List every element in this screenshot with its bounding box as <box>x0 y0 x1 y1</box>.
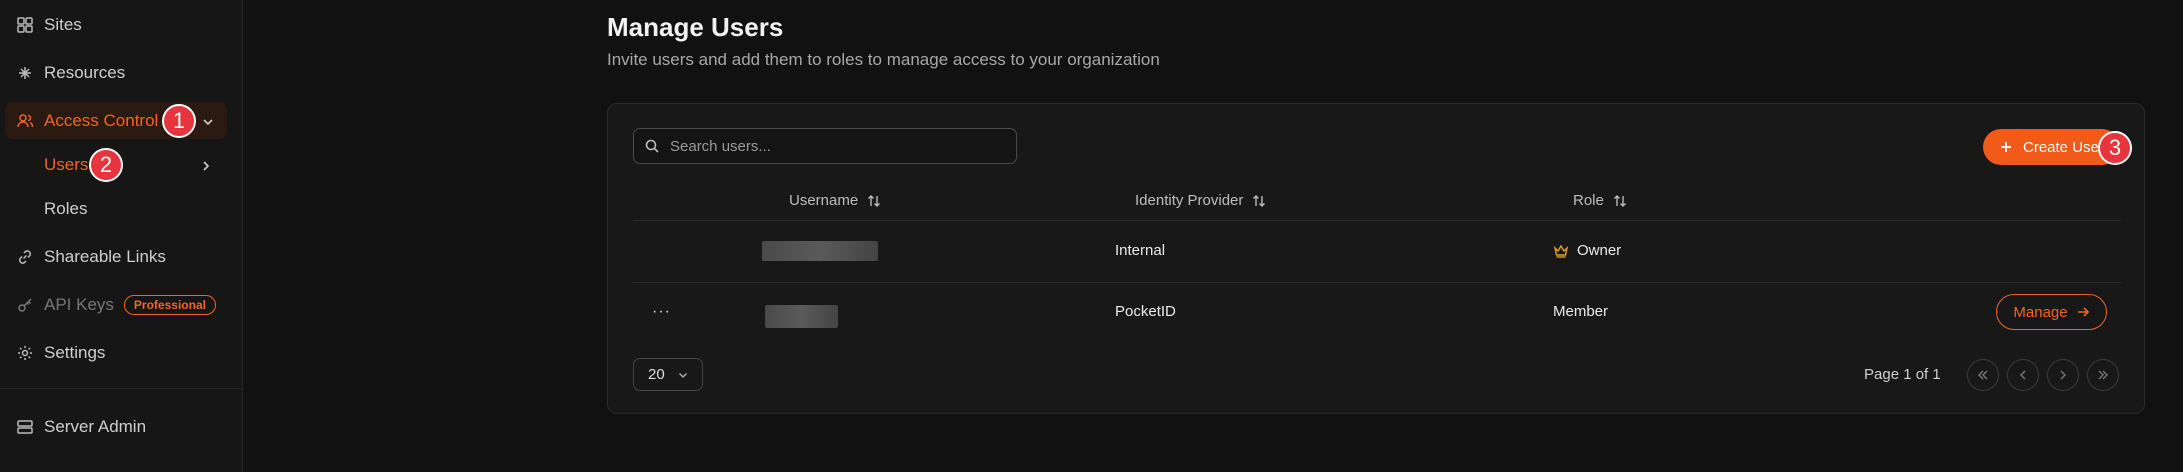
page-subtitle: Invite users and add them to roles to ma… <box>607 50 1160 69</box>
key-icon <box>16 296 34 314</box>
users-card: Create User Username Identity Provider R… <box>607 103 2145 414</box>
sites-icon <box>16 16 34 34</box>
cell-identity-provider: Internal <box>1115 242 1166 259</box>
crown-icon <box>1553 243 1569 259</box>
last-page-button[interactable] <box>2087 359 2119 391</box>
sort-icon <box>1612 193 1628 209</box>
sidebar-item-roles[interactable]: Roles <box>44 193 227 225</box>
row-actions-menu[interactable]: ··· <box>652 303 671 321</box>
manage-label: Manage <box>2013 303 2068 321</box>
next-page-button[interactable] <box>2047 359 2079 391</box>
page-info: Page 1 of 1 <box>1864 366 1941 383</box>
sidebar-item-label: Server Admin <box>44 416 147 436</box>
sidebar-item-label: Resources <box>44 62 126 82</box>
page-title: Manage Users <box>607 12 784 42</box>
link-icon <box>16 248 34 266</box>
create-user-label: Create User <box>2023 138 2104 156</box>
column-header-label: Role <box>1573 192 1604 209</box>
gear-icon <box>16 344 34 362</box>
search-box[interactable] <box>633 128 1017 164</box>
sidebar-item-label: Sites <box>44 14 82 34</box>
chevron-right-icon <box>2060 370 2066 380</box>
chevron-down-icon <box>677 369 689 381</box>
prev-page-button[interactable] <box>2007 359 2039 391</box>
redacted-username <box>762 241 878 261</box>
chevron-down-icon[interactable] <box>201 114 215 128</box>
chevron-left-icon <box>2020 370 2026 380</box>
sidebar-item-users[interactable]: Users <box>44 149 227 181</box>
sidebar-item-label: Shareable Links <box>44 246 166 266</box>
first-page-button[interactable] <box>1967 359 1999 391</box>
users-icon <box>16 112 34 130</box>
resources-icon <box>16 64 34 82</box>
sidebar-item-shareable-links[interactable]: Shareable Links <box>5 238 227 275</box>
sidebar-item-settings[interactable]: Settings <box>5 334 227 371</box>
sidebar-item-label: Roles <box>44 199 88 218</box>
cell-identity-provider: PocketID <box>1115 303 1176 320</box>
step-badge-2: 2 <box>89 148 123 182</box>
redacted-username <box>765 305 838 328</box>
column-header-label: Username <box>789 192 859 209</box>
cell-role: Owner <box>1553 242 1621 259</box>
role-label: Owner <box>1577 242 1622 259</box>
chevron-right-icon <box>199 158 213 172</box>
search-input[interactable] <box>670 137 1000 155</box>
step-badge-3: 3 <box>2098 131 2132 165</box>
column-header-role[interactable]: Role <box>1573 192 1628 209</box>
sidebar-item-api-keys[interactable]: API Keys Professional <box>5 286 227 323</box>
sidebar-divider <box>0 388 243 389</box>
sidebar-item-sites[interactable]: Sites <box>5 6 227 43</box>
sidebar-item-label: Settings <box>44 342 106 362</box>
manage-button[interactable]: Manage <box>1996 294 2107 330</box>
professional-badge: Professional <box>123 294 216 315</box>
table-divider <box>633 220 2121 221</box>
chevrons-right-icon <box>2098 370 2108 380</box>
column-header-identity-provider[interactable]: Identity Provider <box>1135 192 1267 209</box>
sort-icon <box>1251 193 1267 209</box>
table-divider <box>633 282 2121 283</box>
sort-icon <box>866 193 882 209</box>
sidebar-item-server-admin[interactable]: Server Admin <box>5 408 227 445</box>
cell-role: Member <box>1553 303 1609 320</box>
chevrons-left-icon <box>1978 370 1988 380</box>
page-size-value: 20 <box>648 366 665 383</box>
arrow-right-icon <box>2076 305 2090 319</box>
page-size-select[interactable]: 20 <box>633 358 703 391</box>
sidebar-item-label: Users <box>44 155 89 174</box>
sidebar-item-label: Access Control <box>44 110 159 130</box>
sidebar-item-resources[interactable]: Resources <box>5 54 227 91</box>
sidebar-item-label: API Keys <box>44 294 114 314</box>
sidebar: Sites Resources Access Control Users Rol… <box>0 0 243 472</box>
step-badge-1: 1 <box>162 104 196 138</box>
column-header-label: Identity Provider <box>1135 192 1244 209</box>
server-icon <box>16 418 34 436</box>
plus-icon <box>1999 140 2013 154</box>
search-icon <box>644 138 660 154</box>
column-header-username[interactable]: Username <box>789 192 882 209</box>
